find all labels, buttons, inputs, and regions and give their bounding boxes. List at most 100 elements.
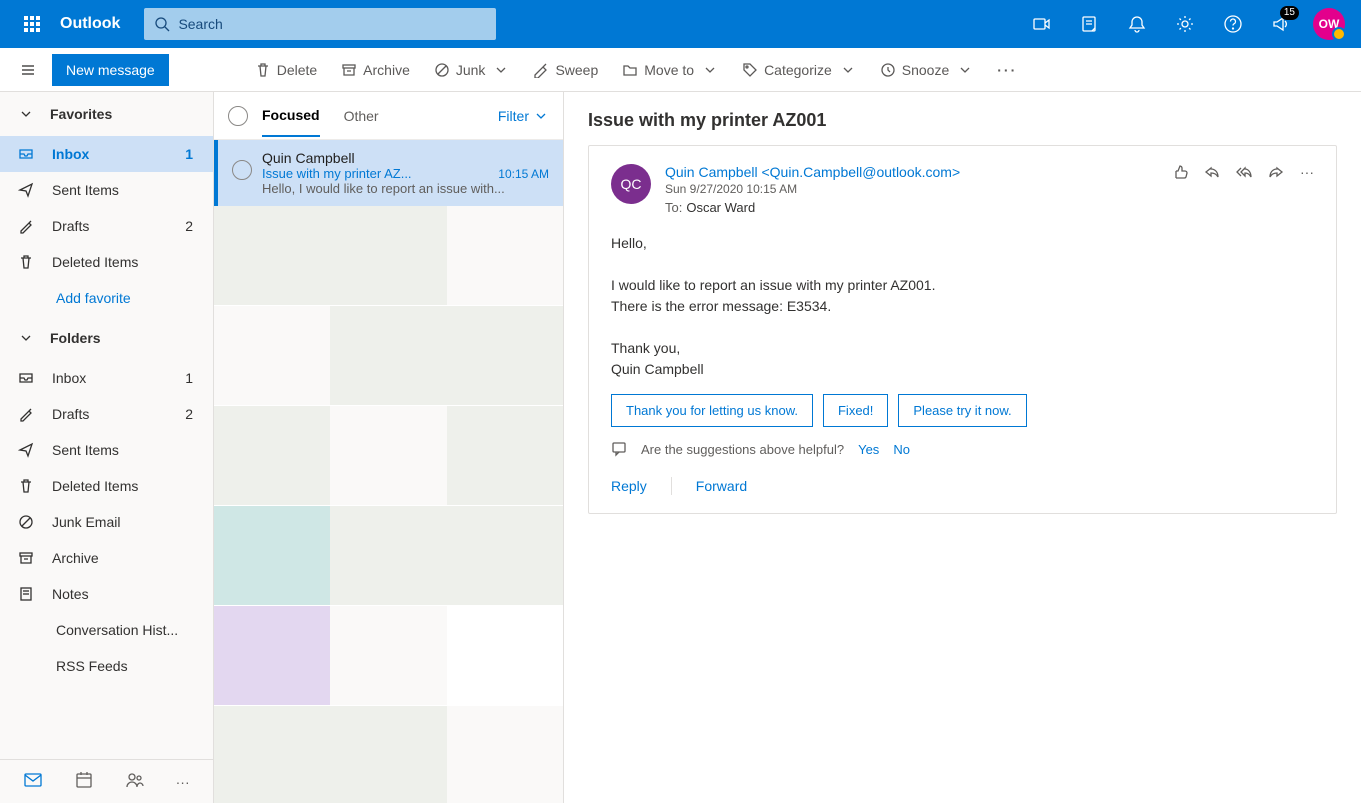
notes-icon[interactable] [1065,0,1113,48]
delete-button[interactable]: Delete [245,56,327,84]
nav-toggle-icon[interactable] [12,54,44,86]
suggested-reply-button[interactable]: Thank you for letting us know. [611,394,813,427]
chevron-down-icon [18,106,34,122]
nav-item-deleted-items[interactable]: Deleted Items [0,468,213,504]
placeholder-row [214,506,563,606]
sender-avatar: QC [611,164,651,204]
more-actions-icon[interactable]: ··· [1300,164,1314,215]
tab-focused[interactable]: Focused [262,95,320,137]
app-header: Outlook 15 OW [0,0,1361,48]
help-icon[interactable] [1209,0,1257,48]
brand-label: Outlook [60,15,120,33]
folders-header[interactable]: Folders [0,316,213,360]
archive-icon [18,550,34,566]
app-launcher-icon[interactable] [8,0,56,48]
email-subject: Issue with my printer AZ001 [588,110,1337,131]
message-list-pane: Focused Other Filter Quin CampbellIssue … [214,92,564,803]
junk-icon [434,62,450,78]
reading-pane: Issue with my printer AZ001 QC Quin Camp… [564,92,1361,803]
archive-button[interactable]: Archive [331,56,420,84]
snooze-button[interactable]: Snooze [870,56,983,84]
reply-all-icon[interactable] [1236,164,1252,215]
sent-date: Sun 9/27/2020 10:15 AM [665,182,1158,196]
reply-icon[interactable] [1204,164,1220,215]
search-input[interactable] [178,16,486,32]
more-modules-icon[interactable]: ··· [176,774,190,790]
sent-icon [18,182,34,198]
placeholder-row [214,606,563,706]
email-body: Hello, I would like to report an issue w… [611,233,1314,380]
nav-item-drafts[interactable]: Drafts2 [0,208,213,244]
message-checkbox[interactable] [232,160,252,180]
notification-badge: 15 [1280,6,1299,20]
notifications-icon[interactable] [1113,0,1161,48]
chevron-down-icon [533,108,549,124]
settings-icon[interactable] [1161,0,1209,48]
nav-item-notes[interactable]: Notes [0,576,213,612]
suggested-reply-button[interactable]: Please try it now. [898,394,1026,427]
inbox-icon [18,146,34,162]
command-bar: New message Delete Archive Junk Sweep Mo… [0,48,1361,92]
nav-item-rss-feeds[interactable]: RSS Feeds [0,648,213,684]
trash-icon [18,254,34,270]
add-favorite-link[interactable]: Add favorite [0,280,213,316]
like-icon[interactable] [1172,164,1188,215]
tab-other[interactable]: Other [344,96,379,136]
trash-icon [18,478,34,494]
placeholder-row [214,206,563,306]
filter-button[interactable]: Filter [498,108,549,124]
sweep-button[interactable]: Sweep [523,56,608,84]
placeholder-row [214,406,563,506]
archive-icon [341,62,357,78]
reply-link[interactable]: Reply [611,478,647,494]
sweep-icon [533,62,549,78]
feedback-yes[interactable]: Yes [858,442,879,457]
nav-item-drafts[interactable]: Drafts2 [0,396,213,432]
more-commands-button[interactable]: ··· [987,56,1027,84]
moveto-button[interactable]: Move to [612,56,728,84]
nav-item-archive[interactable]: Archive [0,540,213,576]
tag-icon [742,62,758,78]
chevron-down-icon [957,62,973,78]
nav-item-inbox[interactable]: Inbox1 [0,136,213,172]
mail-module-icon[interactable] [23,770,43,793]
new-message-button[interactable]: New message [52,54,169,86]
select-all-checkbox[interactable] [228,106,248,126]
module-switcher: ··· [0,759,213,803]
folder-sidebar: Favorites Inbox1Sent ItemsDrafts2Deleted… [0,92,214,803]
folder-icon [622,62,638,78]
chevron-down-icon [840,62,856,78]
favorites-header[interactable]: Favorites [0,92,213,136]
to-line: To:Oscar Ward [665,200,1158,215]
people-module-icon[interactable] [125,770,145,793]
forward-icon[interactable] [1268,164,1284,215]
nav-item-inbox[interactable]: Inbox1 [0,360,213,396]
forward-link[interactable]: Forward [696,478,747,494]
placeholder-row [214,306,563,406]
drafts-icon [18,218,34,234]
sender-display[interactable]: Quin Campbell <Quin.Campbell@outlook.com… [665,164,1158,180]
message-item[interactable]: Quin CampbellIssue with my printer AZ...… [214,140,563,206]
nav-item-sent-items[interactable]: Sent Items [0,172,213,208]
suggested-reply-button[interactable]: Fixed! [823,394,888,427]
notes-icon [18,586,34,602]
chevron-down-icon [702,62,718,78]
trash-icon [255,62,271,78]
teams-call-icon[interactable] [1017,0,1065,48]
nav-item-conversation-hist-[interactable]: Conversation Hist... [0,612,213,648]
calendar-module-icon[interactable] [74,770,94,793]
search-box[interactable] [144,8,496,40]
sent-icon [18,442,34,458]
junk-button[interactable]: Junk [424,56,520,84]
nav-item-junk-email[interactable]: Junk Email [0,504,213,540]
whatsnew-icon[interactable]: 15 [1257,0,1305,48]
categorize-button[interactable]: Categorize [732,56,866,84]
feedback-question: Are the suggestions above helpful? [641,442,844,457]
feedback-no[interactable]: No [893,442,910,457]
chevron-down-icon [493,62,509,78]
search-icon [154,16,170,32]
feedback-icon [611,441,627,457]
nav-item-deleted-items[interactable]: Deleted Items [0,244,213,280]
nav-item-sent-items[interactable]: Sent Items [0,432,213,468]
account-avatar[interactable]: OW [1313,8,1345,40]
